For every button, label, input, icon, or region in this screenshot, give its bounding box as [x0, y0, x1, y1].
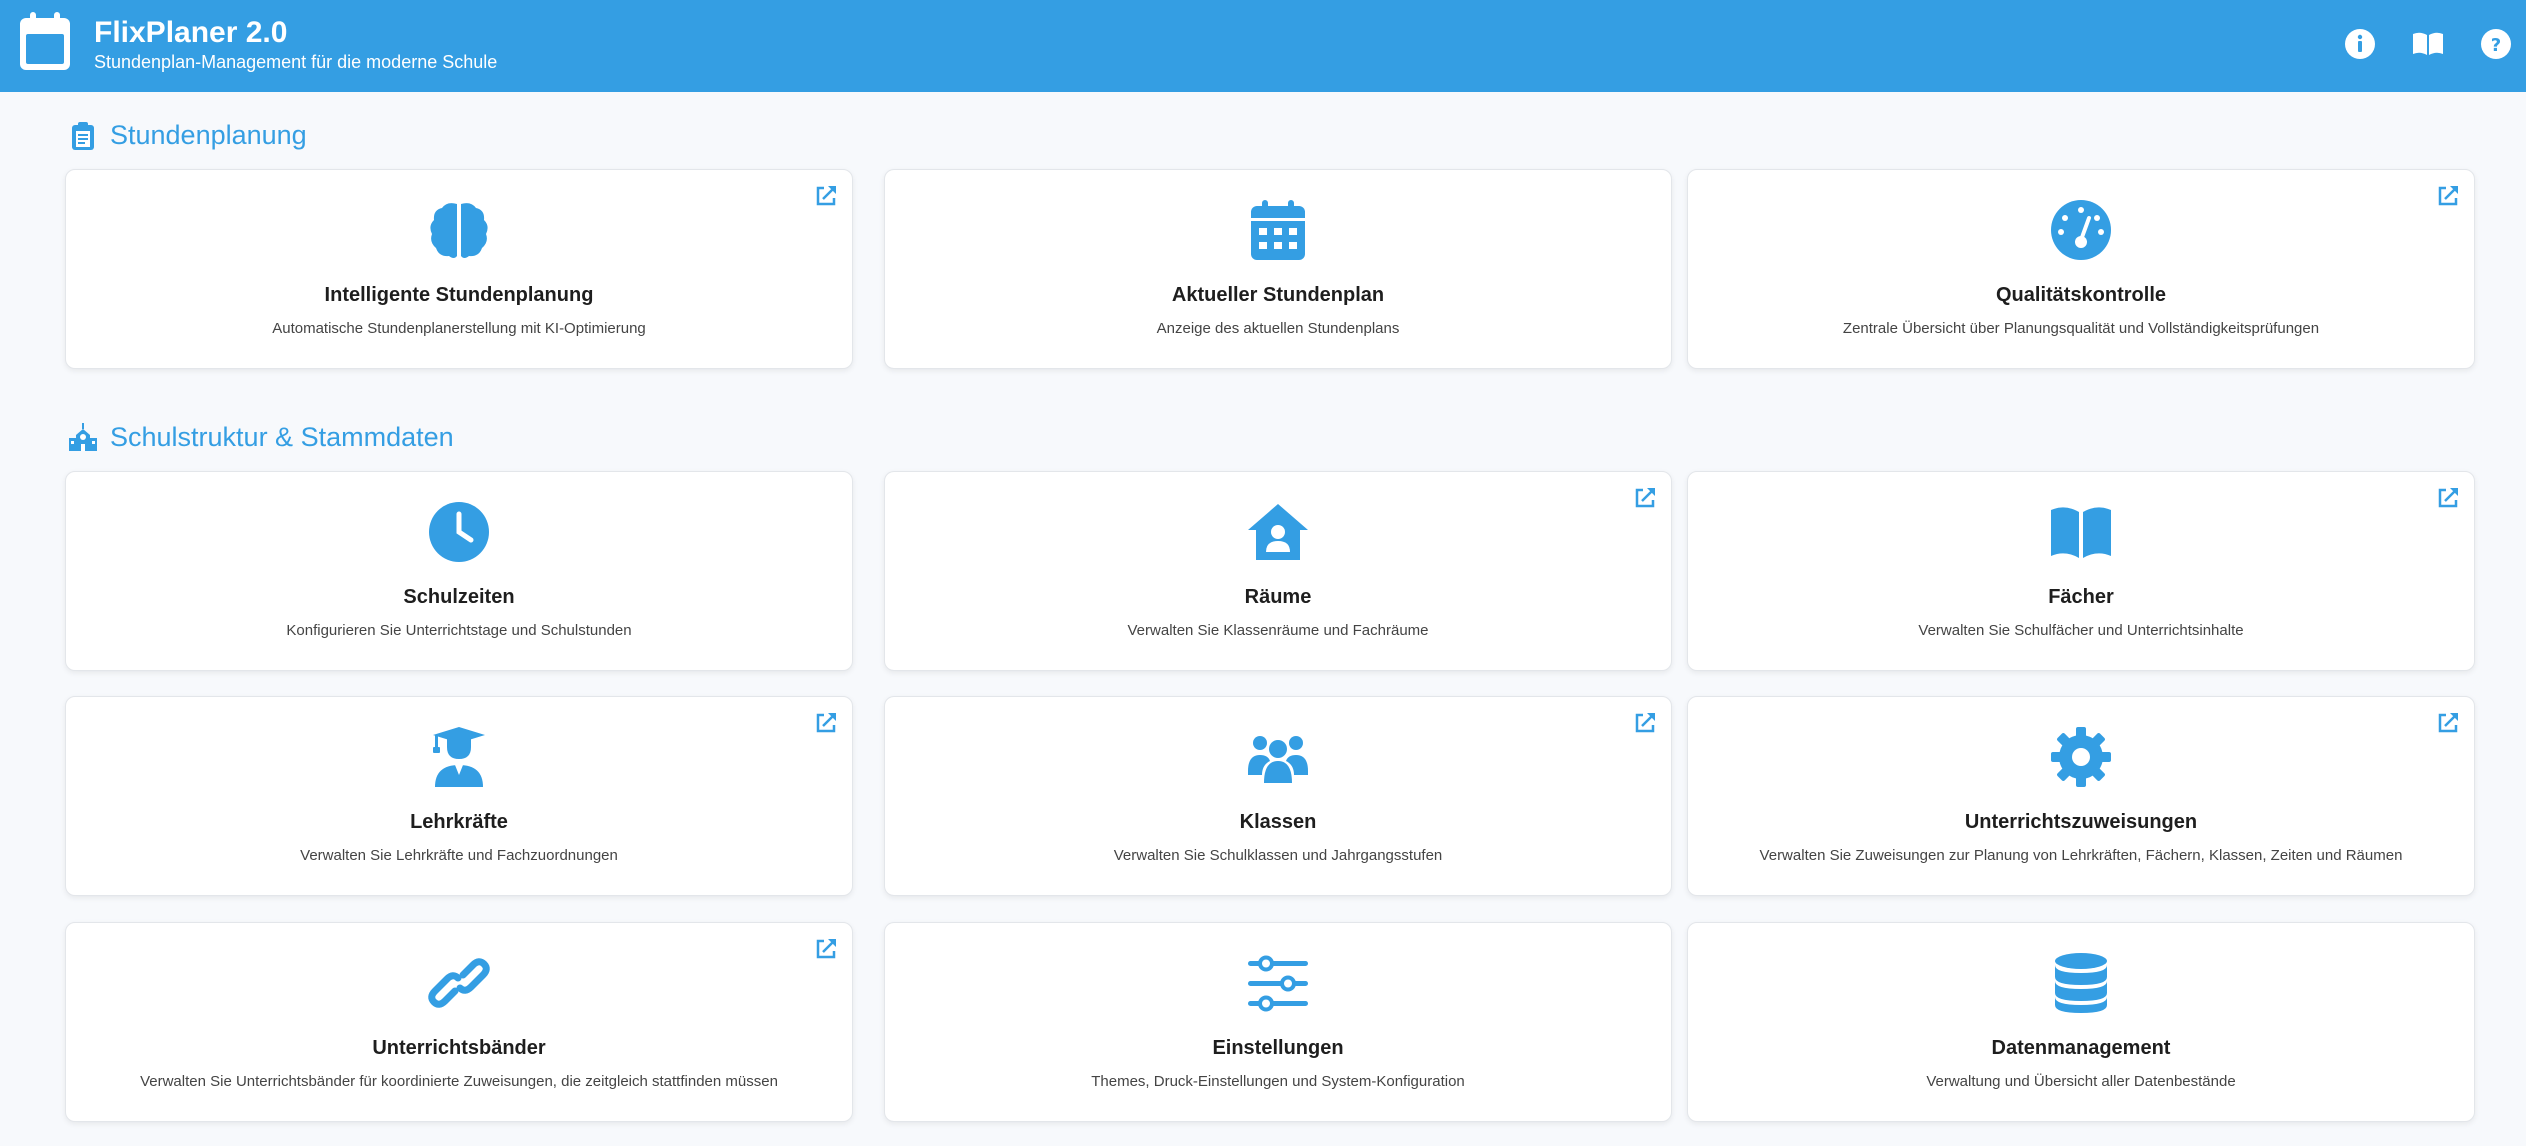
card-title: Unterrichtszuweisungen — [1964, 811, 2198, 833]
card-description: Automatische Stundenplanerstellung mit K… — [272, 320, 646, 337]
section-title-label: Schulstruktur & Stammdaten — [110, 422, 454, 452]
card-description: Verwaltung und Übersicht aller Datenbest… — [1926, 1073, 2236, 1090]
sliders-icon — [1248, 955, 1308, 1012]
card-lehrkraefte[interactable]: Lehrkräfte Verwalten Sie Lehrkräfte und … — [65, 696, 853, 896]
section-title-stundenplanung: Stundenplanung — [68, 120, 307, 151]
card-qualitaetskontrolle[interactable]: Qualitätskontrolle Zentrale Übersicht üb… — [1687, 169, 2475, 369]
app-subtitle: Stundenplan-Management für die moderne S… — [94, 52, 498, 72]
app-header: FlixPlaner 2.0 Stundenplan-Management fü… — [0, 0, 2526, 92]
help-icon[interactable]: ? — [2478, 26, 2514, 62]
external-link-icon[interactable] — [2436, 486, 2460, 510]
gauge-icon — [2051, 200, 2111, 260]
card-description: Verwalten Sie Schulklassen und Jahrgangs… — [1113, 847, 1443, 864]
svg-text:?: ? — [2491, 35, 2501, 56]
card-datenmanagement[interactable]: Datenmanagement Verwaltung und Übersicht… — [1687, 922, 2475, 1122]
card-title: Einstellungen — [1212, 1037, 1344, 1059]
teacher-icon — [433, 727, 485, 787]
app-title: FlixPlaner 2.0 — [94, 16, 288, 49]
calendar-logo-icon — [20, 12, 70, 70]
database-icon — [2055, 953, 2107, 1013]
card-title: Intelligente Stundenplanung — [324, 284, 594, 306]
card-title: Unterrichtsbänder — [372, 1037, 546, 1059]
section-title-label: Stundenplanung — [110, 120, 307, 150]
external-link-icon[interactable] — [814, 184, 838, 208]
card-faecher[interactable]: Fächer Verwalten Sie Schulfächer und Unt… — [1687, 471, 2475, 671]
clipboard-icon — [72, 121, 94, 150]
card-title: Schulzeiten — [403, 586, 515, 608]
info-icon[interactable] — [2342, 26, 2378, 62]
gear-icon — [2051, 727, 2111, 787]
card-description: Verwalten Sie Schulfächer und Unterricht… — [1918, 622, 2244, 639]
calendar-icon — [1251, 200, 1305, 260]
card-title: Aktueller Stundenplan — [1171, 284, 1385, 306]
external-link-icon[interactable] — [814, 937, 838, 961]
brain-icon — [430, 203, 488, 258]
house-user-icon — [1248, 504, 1308, 560]
card-raeume[interactable]: Räume Verwalten Sie Klassenräume und Fac… — [884, 471, 1672, 671]
card-description: Themes, Druck-Einstellungen und System-K… — [1091, 1073, 1465, 1090]
card-aktueller-stundenplan[interactable]: Aktueller Stundenplan Anzeige des aktuel… — [884, 169, 1672, 369]
external-link-icon[interactable] — [814, 711, 838, 735]
card-title: Lehrkräfte — [410, 811, 508, 833]
card-description: Verwalten Sie Zuweisungen zur Planung vo… — [1759, 847, 2403, 864]
external-link-icon[interactable] — [1633, 711, 1657, 735]
external-link-icon[interactable] — [2436, 711, 2460, 735]
card-description: Verwalten Sie Unterrichtsbänder für koor… — [140, 1073, 778, 1090]
book-icon[interactable] — [2410, 26, 2446, 62]
clock-icon — [429, 502, 489, 562]
open-book-icon — [2051, 507, 2111, 558]
card-description: Zentrale Übersicht über Planungsqualität… — [1842, 320, 2320, 337]
card-description: Verwalten Sie Klassenräume und Fachräume — [1127, 622, 1429, 639]
users-icon — [1248, 736, 1308, 783]
card-title: Fächer — [2048, 586, 2114, 608]
external-link-icon[interactable] — [1633, 486, 1657, 510]
card-title: Qualitätskontrolle — [1995, 284, 2167, 306]
card-einstellungen[interactable]: Einstellungen Themes, Druck-Einstellunge… — [884, 922, 1672, 1122]
card-unterrichtsbaender[interactable]: Unterrichtsbänder Verwalten Sie Unterric… — [65, 922, 853, 1122]
card-description: Anzeige des aktuellen Stundenplans — [1156, 320, 1400, 337]
school-icon — [69, 422, 97, 451]
card-title: Datenmanagement — [1991, 1037, 2171, 1059]
card-klassen[interactable]: Klassen Verwalten Sie Schulklassen und J… — [884, 696, 1672, 896]
card-description: Verwalten Sie Lehrkräfte und Fachzuordnu… — [300, 847, 618, 864]
card-unterrichtszuweisungen[interactable]: Unterrichtszuweisungen Verwalten Sie Zuw… — [1687, 696, 2475, 896]
section-title-schulstruktur: Schulstruktur & Stammdaten — [68, 422, 454, 453]
card-intelligente-stundenplanung[interactable]: Intelligente Stundenplanung Automatische… — [65, 169, 853, 369]
external-link-icon[interactable] — [2436, 184, 2460, 208]
card-schulzeiten[interactable]: Schulzeiten Konfigurieren Sie Unterricht… — [65, 471, 853, 671]
card-description: Konfigurieren Sie Unterrichtstage und Sc… — [286, 622, 632, 639]
link-icon — [428, 958, 490, 1008]
card-title: Räume — [1244, 586, 1312, 608]
card-title: Klassen — [1239, 811, 1317, 833]
